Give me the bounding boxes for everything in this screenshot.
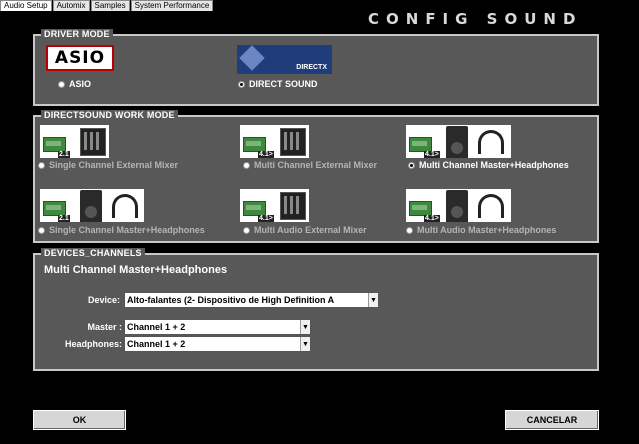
work-option-label: Single Channel Master+Headphones xyxy=(49,225,205,235)
radio-icon[interactable] xyxy=(58,80,65,88)
master-select-value: Channel 1 + 2 xyxy=(127,322,186,332)
devices-channels-legend: DEVICES_CHANNELS xyxy=(41,248,145,258)
thumb-multi-master-headphones[interactable]: 4.1> xyxy=(406,125,511,158)
work-option-multi-audio-master-headphones[interactable]: Multi Audio Master+Headphones xyxy=(406,225,556,235)
thumb-multi-audio-external-mixer[interactable]: 4.1> xyxy=(240,189,309,222)
cancel-button[interactable]: CANCELAR xyxy=(505,410,599,430)
thumb-tag: 4.1> xyxy=(258,151,274,158)
tab-system-performance[interactable]: System Performance xyxy=(130,0,214,11)
mixer-icon xyxy=(80,128,106,156)
device-select-value: Alto-falantes (2- Dispositivo de High De… xyxy=(127,295,335,305)
tab-automix[interactable]: Automix xyxy=(52,0,90,11)
work-option-multi-audio-external-mixer[interactable]: Multi Audio External Mixer xyxy=(243,225,367,235)
headphones-icon xyxy=(478,194,504,218)
work-option-label: Multi Channel External Mixer xyxy=(254,160,378,170)
headphones-select-value: Channel 1 + 2 xyxy=(127,339,186,349)
devices-heading: Multi Channel Master+Headphones xyxy=(44,264,228,276)
tab-samples[interactable]: Samples xyxy=(90,0,130,11)
thumb-tag: 4.1> xyxy=(424,151,440,158)
thumb-tag: 4.1> xyxy=(424,215,440,222)
master-label: Master : xyxy=(87,322,122,332)
tab-bar: Audio Setup Automix Samples System Perfo… xyxy=(0,0,214,11)
sound-card-icon xyxy=(409,137,432,152)
asio-logo: ASIO xyxy=(46,45,114,71)
mixer-icon xyxy=(280,128,306,156)
work-mode-legend: DIRECTSOUND WORK MODE xyxy=(41,110,178,120)
speaker-icon xyxy=(446,190,468,222)
driver-option-asio[interactable]: ASIO xyxy=(58,79,91,89)
sound-card-icon xyxy=(43,201,66,216)
thumb-single-external-mixer[interactable]: 2.1 xyxy=(40,125,109,158)
thumb-single-master-headphones[interactable]: 2.1 xyxy=(40,189,144,222)
chevron-down-icon[interactable]: ▼ xyxy=(300,337,310,351)
headphones-icon xyxy=(478,130,504,154)
sound-card-icon xyxy=(409,201,432,216)
thumb-multi-external-mixer[interactable]: 4.1> xyxy=(240,125,309,158)
work-option-label: Multi Audio Master+Headphones xyxy=(417,225,557,235)
radio-icon[interactable] xyxy=(38,161,45,169)
driver-option-asio-label: ASIO xyxy=(69,79,92,89)
radio-icon[interactable] xyxy=(243,226,250,234)
radio-icon[interactable] xyxy=(38,226,45,234)
directx-logo-text: DIRECTX xyxy=(296,64,327,71)
sound-card-icon xyxy=(43,137,66,152)
sound-card-icon xyxy=(243,201,266,216)
chevron-down-icon[interactable]: ▼ xyxy=(300,320,310,334)
driver-option-direct-sound-label: DIRECT SOUND xyxy=(249,79,318,89)
page-title: CONFIG SOUND xyxy=(368,10,583,28)
driver-option-direct-sound[interactable]: DIRECT SOUND xyxy=(238,79,318,89)
tab-audio-setup[interactable]: Audio Setup xyxy=(0,0,52,11)
work-mode-panel: DIRECTSOUND WORK MODE xyxy=(33,110,599,243)
radio-icon[interactable] xyxy=(243,161,250,169)
headphones-icon xyxy=(112,194,138,218)
work-option-multi-external-mixer[interactable]: Multi Channel External Mixer xyxy=(243,160,377,170)
mixer-icon xyxy=(280,192,306,220)
work-option-multi-master-headphones[interactable]: Multi Channel Master+Headphones xyxy=(408,160,569,170)
work-option-label: Single Channel External Mixer xyxy=(49,160,179,170)
thumb-multi-audio-master-headphones[interactable]: 4.1> xyxy=(406,189,511,222)
device-label: Device: xyxy=(87,295,120,305)
ok-button[interactable]: OK xyxy=(33,410,126,430)
work-option-label: Multi Audio External Mixer xyxy=(254,225,367,235)
headphones-label: Headphones: xyxy=(64,339,122,349)
work-option-single-master-headphones[interactable]: Single Channel Master+Headphones xyxy=(38,225,205,235)
chevron-down-icon[interactable]: ▼ xyxy=(368,293,378,307)
headphones-select[interactable]: Channel 1 + 2 ▼ xyxy=(124,336,311,352)
radio-icon[interactable] xyxy=(406,226,413,234)
radio-selected-icon[interactable] xyxy=(238,80,245,88)
driver-mode-legend: DRIVER MODE xyxy=(41,29,113,39)
thumb-tag: 2.1 xyxy=(58,215,70,222)
master-select[interactable]: Channel 1 + 2 ▼ xyxy=(124,319,311,335)
directx-logo: DIRECTX xyxy=(237,45,332,74)
thumb-tag: 4.1> xyxy=(258,215,274,222)
speaker-icon xyxy=(446,126,468,158)
device-select[interactable]: Alto-falantes (2- Dispositivo de High De… xyxy=(124,292,379,308)
sound-card-icon xyxy=(243,137,266,152)
speaker-icon xyxy=(80,190,102,222)
work-option-label: Multi Channel Master+Headphones xyxy=(419,160,569,170)
work-option-single-external-mixer[interactable]: Single Channel External Mixer xyxy=(38,160,178,170)
radio-selected-icon[interactable] xyxy=(408,161,415,169)
thumb-tag: 2.1 xyxy=(58,151,70,158)
